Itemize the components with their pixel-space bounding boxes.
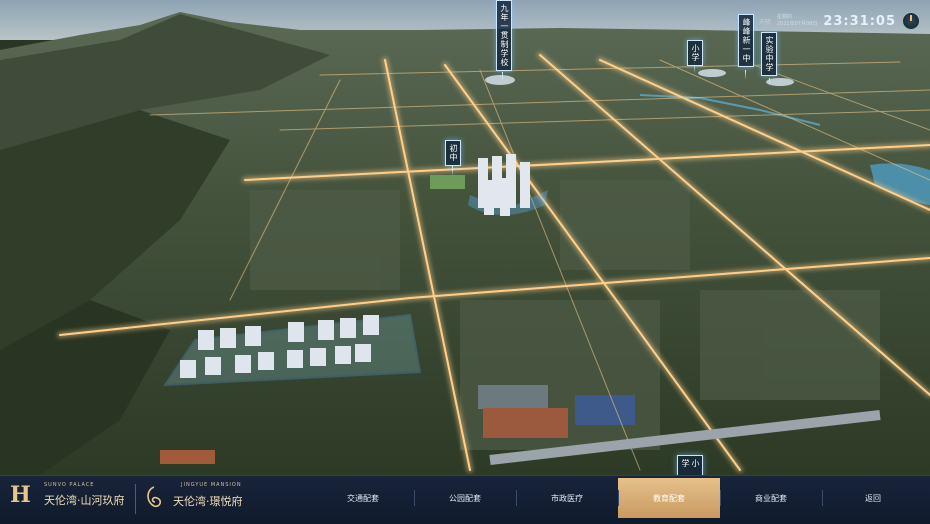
date-text: 2021年07月08日: [776, 21, 818, 27]
nav-education[interactable]: 教育配套: [618, 478, 720, 518]
pin-experimental-middle[interactable]: 实验中学: [761, 32, 777, 76]
pin-primary-school[interactable]: 小学: [687, 40, 703, 66]
clock-text: 23:31:05: [823, 13, 896, 29]
brand-divider: [135, 484, 136, 514]
brand-cn: 天伦湾·璟悦府: [173, 495, 243, 508]
nav-park[interactable]: 公园配套: [414, 478, 516, 518]
brand-en: JINGYUE MANSION: [181, 482, 242, 488]
nav-commercial[interactable]: 商业配套: [720, 478, 822, 518]
date-box: 星期四 2021年07月08日: [777, 14, 817, 28]
nav-traffic[interactable]: 交通配套: [312, 478, 414, 518]
brand-cn: 天伦湾·山河玖府: [44, 494, 125, 507]
sunvo-monogram-icon: H: [10, 482, 31, 508]
brand-logo-sunvo-palace: H SUNVO PALACE 天伦湾·山河玖府: [8, 476, 133, 520]
pin-stem: [452, 166, 453, 176]
section-nav: 交通配套 公园配套 市政医疗 教育配套 商业配套 返回: [312, 478, 924, 518]
swirl-logo-icon: [147, 486, 162, 508]
nav-municipal-medical[interactable]: 市政医疗: [516, 478, 618, 518]
brand-en: SUNVO PALACE: [44, 482, 95, 488]
pin-fengfeng-new-middle[interactable]: 峰峰新一中: [738, 14, 754, 67]
pin-bottom-primary[interactable]: 小学: [677, 455, 703, 475]
pin-stem: [769, 78, 770, 84]
pin-stem: [745, 70, 746, 80]
compass-icon[interactable]: [902, 12, 920, 30]
map-render: [0, 0, 930, 475]
pin-stem: [502, 72, 503, 82]
status-hud: 天晴 星期四 2021年07月08日 23:31:05: [759, 12, 920, 30]
pin-junior-high[interactable]: 初中: [445, 140, 461, 166]
back-button[interactable]: 返回: [822, 478, 924, 518]
weekday-text: 星期四: [776, 14, 792, 20]
weather-text: 天晴: [758, 18, 771, 26]
aerial-map[interactable]: 九年一贯制学校 小学 峰峰新一中 实验中学 初中 小学 天晴 星期四 2021年…: [0, 0, 930, 475]
brand-logo-jingyue-mansion: JINGYUE MANSION 天伦湾·璟悦府: [143, 476, 303, 520]
pin-nine-year-school[interactable]: 九年一贯制学校: [496, 0, 512, 71]
